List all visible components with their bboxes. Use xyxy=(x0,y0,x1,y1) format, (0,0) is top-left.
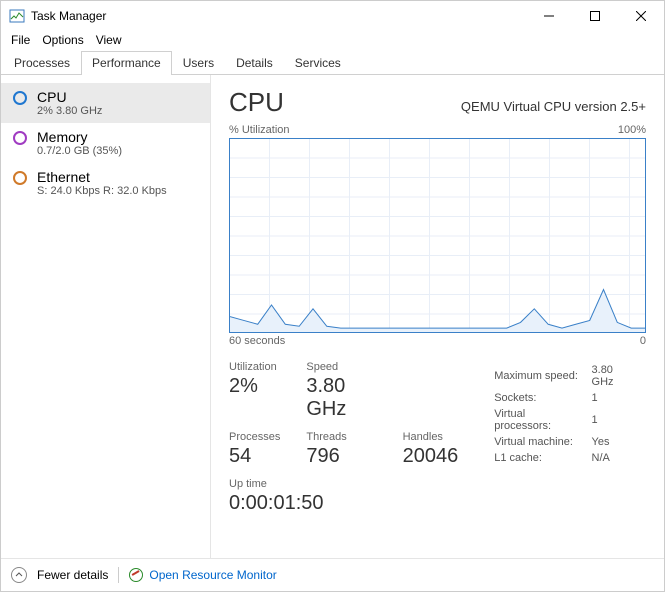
side-sub-memory: 0.7/2.0 GB (35%) xyxy=(37,145,122,157)
r-l1-label: L1 cache: xyxy=(494,451,589,465)
stat-label-processes: Processes xyxy=(229,431,280,443)
tabstrip: Processes Performance Users Details Serv… xyxy=(1,51,664,75)
maximize-button[interactable] xyxy=(572,1,618,31)
stats-block: Utilization 2% Speed 3.80 GHz Processes … xyxy=(229,361,458,468)
side-item-memory[interactable]: Memory 0.7/2.0 GB (35%) xyxy=(1,123,210,163)
minimize-button[interactable] xyxy=(526,1,572,31)
bottombar: Fewer details Open Resource Monitor xyxy=(1,558,664,591)
tab-users[interactable]: Users xyxy=(172,51,225,75)
main-split: CPU 2% 3.80 GHz Memory 0.7/2.0 GB (35%) … xyxy=(1,75,664,558)
r-max-speed-label: Maximum speed: xyxy=(494,363,589,389)
r-l1: N/A xyxy=(592,451,644,465)
chart-ylabel-right: 100% xyxy=(618,124,646,136)
detail-pane: CPU QEMU Virtual CPU version 2.5+ % Util… xyxy=(211,75,664,558)
side-label-cpu: CPU xyxy=(37,89,102,105)
ethernet-ring-icon xyxy=(13,171,27,185)
tab-processes[interactable]: Processes xyxy=(3,51,81,75)
side-label-ethernet: Ethernet xyxy=(37,169,167,185)
r-vprocs: 1 xyxy=(592,407,644,433)
cpu-ring-icon xyxy=(13,91,27,105)
r-vm: Yes xyxy=(592,435,644,449)
open-resource-monitor-link[interactable]: Open Resource Monitor xyxy=(129,568,276,582)
menu-file[interactable]: File xyxy=(11,33,30,47)
stat-threads: 796 xyxy=(306,445,376,468)
side-label-memory: Memory xyxy=(37,129,122,145)
tab-services[interactable]: Services xyxy=(284,51,352,75)
side-nav: CPU 2% 3.80 GHz Memory 0.7/2.0 GB (35%) … xyxy=(1,75,211,558)
tab-details[interactable]: Details xyxy=(225,51,284,75)
chevron-up-icon[interactable] xyxy=(11,567,27,583)
r-vprocs-label: Virtual processors: xyxy=(494,407,589,433)
menu-view[interactable]: View xyxy=(96,33,122,47)
stat-speed: 3.80 GHz xyxy=(306,375,376,421)
r-vm-label: Virtual machine: xyxy=(494,435,589,449)
stat-processes: 54 xyxy=(229,445,280,468)
divider xyxy=(118,567,119,583)
tab-performance[interactable]: Performance xyxy=(81,51,172,75)
chart-xlabel-right: 0 xyxy=(640,335,646,347)
app-icon xyxy=(9,8,25,24)
detail-subtitle: QEMU Virtual CPU version 2.5+ xyxy=(461,99,646,114)
stat-label-handles: Handles xyxy=(403,431,459,443)
side-item-ethernet[interactable]: Ethernet S: 24.0 Kbps R: 32.0 Kbps xyxy=(1,163,210,203)
resource-monitor-label: Open Resource Monitor xyxy=(149,568,276,582)
side-sub-ethernet: S: 24.0 Kbps R: 32.0 Kbps xyxy=(37,185,167,197)
menubar: File Options View xyxy=(1,31,664,51)
fewer-details-link[interactable]: Fewer details xyxy=(37,568,108,582)
stats-right: Maximum speed:3.80 GHz Sockets:1 Virtual… xyxy=(492,361,646,468)
side-sub-cpu: 2% 3.80 GHz xyxy=(37,105,102,117)
chart-ylabel-left: % Utilization xyxy=(229,124,290,136)
detail-title: CPU xyxy=(229,87,284,118)
titlebar: Task Manager xyxy=(1,1,664,31)
stat-label-utilization: Utilization xyxy=(229,361,280,373)
stat-uptime: 0:00:01:50 xyxy=(229,492,646,515)
stat-label-threads: Threads xyxy=(306,431,376,443)
stat-handles: 20046 xyxy=(403,445,459,468)
resource-monitor-icon xyxy=(129,568,143,582)
memory-ring-icon xyxy=(13,131,27,145)
chart-xlabel-left: 60 seconds xyxy=(229,335,285,347)
stat-label-uptime: Up time xyxy=(229,478,646,490)
cpu-chart xyxy=(229,138,646,333)
r-sockets: 1 xyxy=(592,391,644,405)
side-item-cpu[interactable]: CPU 2% 3.80 GHz xyxy=(1,83,210,123)
stat-utilization: 2% xyxy=(229,375,280,398)
close-button[interactable] xyxy=(618,1,664,31)
r-sockets-label: Sockets: xyxy=(494,391,589,405)
window-title: Task Manager xyxy=(31,9,106,23)
menu-options[interactable]: Options xyxy=(42,33,83,47)
stat-label-speed: Speed xyxy=(306,361,376,373)
r-max-speed: 3.80 GHz xyxy=(592,363,644,389)
